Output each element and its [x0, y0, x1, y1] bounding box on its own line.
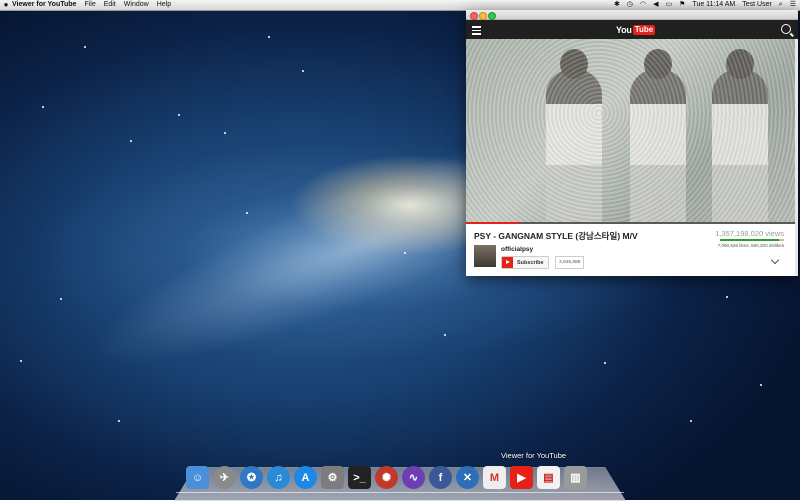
volume-icon[interactable]: ◀ — [653, 0, 658, 10]
subscriber-count: 3,045,688 — [555, 256, 585, 269]
viewer-window: You Tube PSY - GANGNAM STYLE (강남스타일) M/V… — [466, 10, 798, 276]
menu-window[interactable]: Window — [124, 0, 149, 10]
bluetooth-icon[interactable]: ✱ — [614, 0, 620, 10]
video-title: PSY - GANGNAM STYLE (강남스타일) M/V — [474, 231, 638, 241]
subscribe-button[interactable]: Subscribe — [501, 256, 549, 269]
video-player[interactable] — [466, 39, 798, 224]
menu-app-name[interactable]: Viewer for YouTube — [12, 0, 76, 10]
logo-tube: Tube — [632, 24, 656, 35]
dock-app-store-icon[interactable]: A — [294, 466, 317, 489]
wifi-icon[interactable]: ◠ — [640, 0, 646, 10]
flag-icon[interactable]: ⚑ — [679, 0, 685, 10]
youtube-header: You Tube — [466, 20, 798, 39]
like-ratio-bar — [720, 239, 784, 241]
battery-icon[interactable]: ▭ — [666, 0, 673, 10]
dock-itunes-icon[interactable]: ♫ — [267, 466, 290, 489]
dock-app-red-orb-icon[interactable]: ✺ — [375, 466, 398, 489]
logo-you: You — [616, 24, 632, 35]
youtube-logo[interactable]: You Tube — [616, 24, 656, 35]
likes-dislikes: 7,090,536 likes, 650,200 dislikes — [717, 243, 784, 248]
dock-icons: ☺ ✈ ✪ ♫ A ⚙ >_ ✺ ∿ f ✕ M ▶ ▤ ▥ — [186, 466, 587, 494]
dock-facebook-icon[interactable]: f — [429, 466, 452, 489]
dock-viewer-for-youtube-icon[interactable]: ▶ — [510, 466, 533, 489]
clock[interactable]: Tue 11:14 AM — [692, 0, 735, 10]
dock-system-preferences-icon[interactable]: ⚙ — [321, 466, 344, 489]
apple-menu-icon[interactable]: ● — [0, 0, 12, 10]
minimize-button[interactable] — [479, 11, 487, 20]
dock-gmail-icon[interactable]: M — [483, 466, 506, 489]
view-count: 1,357,198,020 views — [715, 229, 784, 238]
dock-pdf-document-icon[interactable]: ▤ — [537, 466, 560, 489]
window-titlebar[interactable] — [466, 10, 798, 20]
dock-launchpad-icon[interactable]: ✈ — [213, 466, 236, 489]
subscribe-label: Subscribe — [517, 259, 544, 266]
spotlight-icon[interactable]: ⌕ — [779, 0, 783, 10]
search-icon[interactable] — [781, 24, 791, 34]
notification-center-icon[interactable]: ☰ — [790, 0, 796, 10]
video-info: PSY - GANGNAM STYLE (강남스타일) M/V 1,357,19… — [466, 224, 798, 276]
status-area: ✱ ◷ ◠ ◀ ▭ ⚑ Tue 11:14 AM Test User ⌕ ☰ — [614, 0, 796, 10]
dock-app-purple-wave-icon[interactable]: ∿ — [402, 466, 425, 489]
dock-safari-icon[interactable]: ✪ — [240, 466, 263, 489]
dock-terminal-icon[interactable]: >_ — [348, 466, 371, 489]
channel-name[interactable]: officialpsy — [501, 246, 533, 253]
zoom-button[interactable] — [488, 11, 496, 20]
close-button[interactable] — [470, 11, 478, 20]
channel-avatar[interactable] — [474, 245, 496, 267]
chevron-down-icon[interactable] — [770, 255, 780, 265]
youtube-play-icon — [502, 257, 513, 268]
dock-xcode-icon[interactable]: ✕ — [456, 466, 479, 489]
window-scrollbar[interactable] — [795, 39, 798, 276]
time-machine-icon[interactable]: ◷ — [627, 0, 633, 10]
dock-trash-icon[interactable]: ▥ — [564, 466, 587, 489]
menu-help[interactable]: Help — [157, 0, 171, 10]
dock-tooltip: Viewer for YouTube — [501, 451, 567, 460]
dock-finder-icon[interactable]: ☺ — [186, 466, 209, 489]
menu-edit[interactable]: Edit — [104, 0, 116, 10]
user-menu[interactable]: Test User — [742, 0, 772, 10]
menu-file[interactable]: File — [84, 0, 95, 10]
hamburger-menu-icon[interactable] — [472, 24, 481, 35]
